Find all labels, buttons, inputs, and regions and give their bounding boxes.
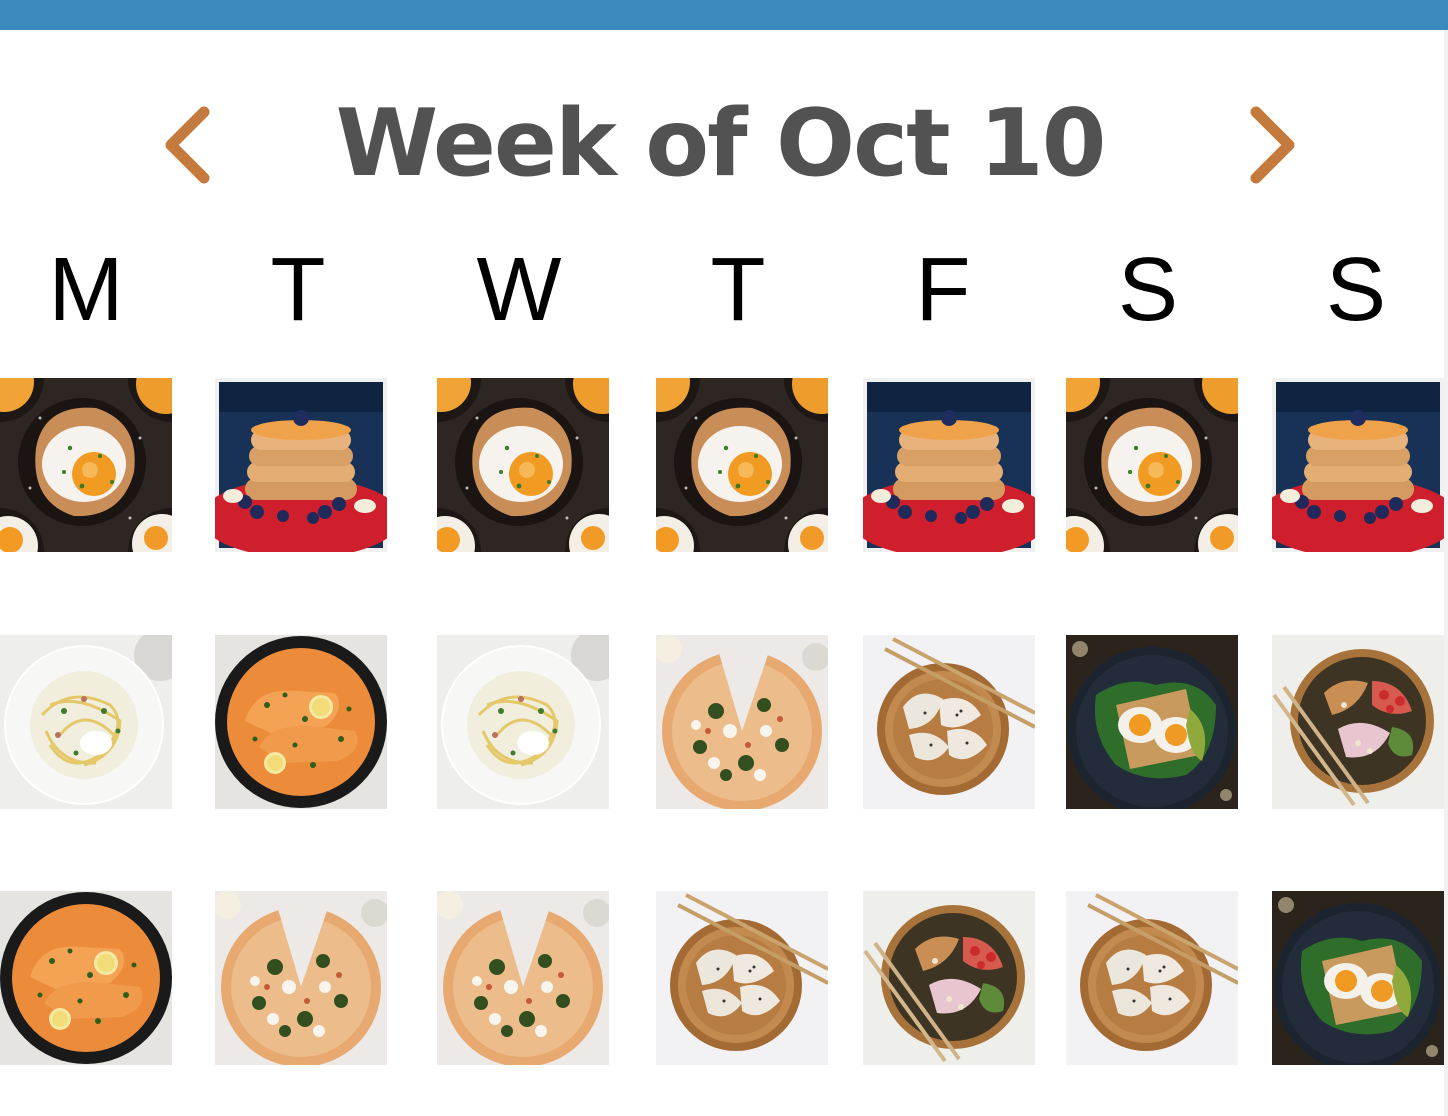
chevron-left-icon xyxy=(165,106,210,184)
meal-tile-tue-2[interactable] xyxy=(215,635,387,809)
meal-tile-fri-1[interactable] xyxy=(863,378,1035,552)
next-week-button[interactable] xyxy=(1243,100,1303,190)
pizza-photo xyxy=(437,891,609,1065)
dumplings-photo xyxy=(656,891,828,1065)
meal-tile-tue-3[interactable] xyxy=(215,891,387,1065)
meal-tile-wed-3[interactable] xyxy=(437,891,609,1065)
meal-tile-sat-3[interactable] xyxy=(1066,891,1238,1065)
eggs-photo xyxy=(1066,378,1238,552)
prev-week-button[interactable] xyxy=(157,100,217,190)
meal-tile-sat-2[interactable] xyxy=(1066,635,1238,809)
chevron-right-icon xyxy=(1250,106,1295,184)
meal-tile-tue-1[interactable] xyxy=(215,378,387,552)
eggs-photo xyxy=(0,378,172,552)
pasta-photo xyxy=(0,635,172,809)
pasta-photo xyxy=(437,635,609,809)
pancakes-photo xyxy=(1272,378,1444,552)
eggs-photo xyxy=(437,378,609,552)
meal-tile-wed-2[interactable] xyxy=(437,635,609,809)
meal-tile-sun-3[interactable] xyxy=(1272,891,1444,1065)
meal-tile-sun-2[interactable] xyxy=(1272,635,1444,809)
meal-tile-fri-2[interactable] xyxy=(863,635,1035,809)
week-title: Week of Oct 10 xyxy=(335,89,1107,197)
day-header-wed: W xyxy=(476,240,562,340)
meal-tile-thu-2[interactable] xyxy=(656,635,828,809)
bowl-photo xyxy=(1272,635,1444,809)
scroll-edge xyxy=(1444,30,1448,1116)
salmon-photo xyxy=(0,891,172,1065)
meal-tile-mon-2[interactable] xyxy=(0,635,172,809)
meal-tile-sat-1[interactable] xyxy=(1066,378,1238,552)
day-header-fri: F xyxy=(915,240,971,340)
day-header-thu: T xyxy=(710,240,766,340)
eggs-photo xyxy=(656,378,828,552)
salmon-photo xyxy=(215,635,387,809)
meal-tile-wed-1[interactable] xyxy=(437,378,609,552)
bowl-photo xyxy=(863,891,1035,1065)
pizza-photo xyxy=(215,891,387,1065)
dumplings-photo xyxy=(1066,891,1238,1065)
pancakes-photo xyxy=(863,378,1035,552)
meal-tile-mon-3[interactable] xyxy=(0,891,172,1065)
meal-tile-fri-3[interactable] xyxy=(863,891,1035,1065)
meal-tile-thu-3[interactable] xyxy=(656,891,828,1065)
top-bar xyxy=(0,0,1448,30)
meal-tile-thu-1[interactable] xyxy=(656,378,828,552)
egg-toast-photo xyxy=(1272,891,1444,1065)
pizza-photo xyxy=(656,635,828,809)
egg-toast-photo xyxy=(1066,635,1238,809)
day-header-sat: S xyxy=(1117,240,1179,340)
day-header-mon: M xyxy=(48,240,124,340)
meal-tile-sun-1[interactable] xyxy=(1272,378,1444,552)
day-header-tue: T xyxy=(270,240,326,340)
pancakes-photo xyxy=(215,378,387,552)
day-header-sun: S xyxy=(1325,240,1387,340)
meal-tile-mon-1[interactable] xyxy=(0,378,172,552)
dumplings-photo xyxy=(863,635,1035,809)
